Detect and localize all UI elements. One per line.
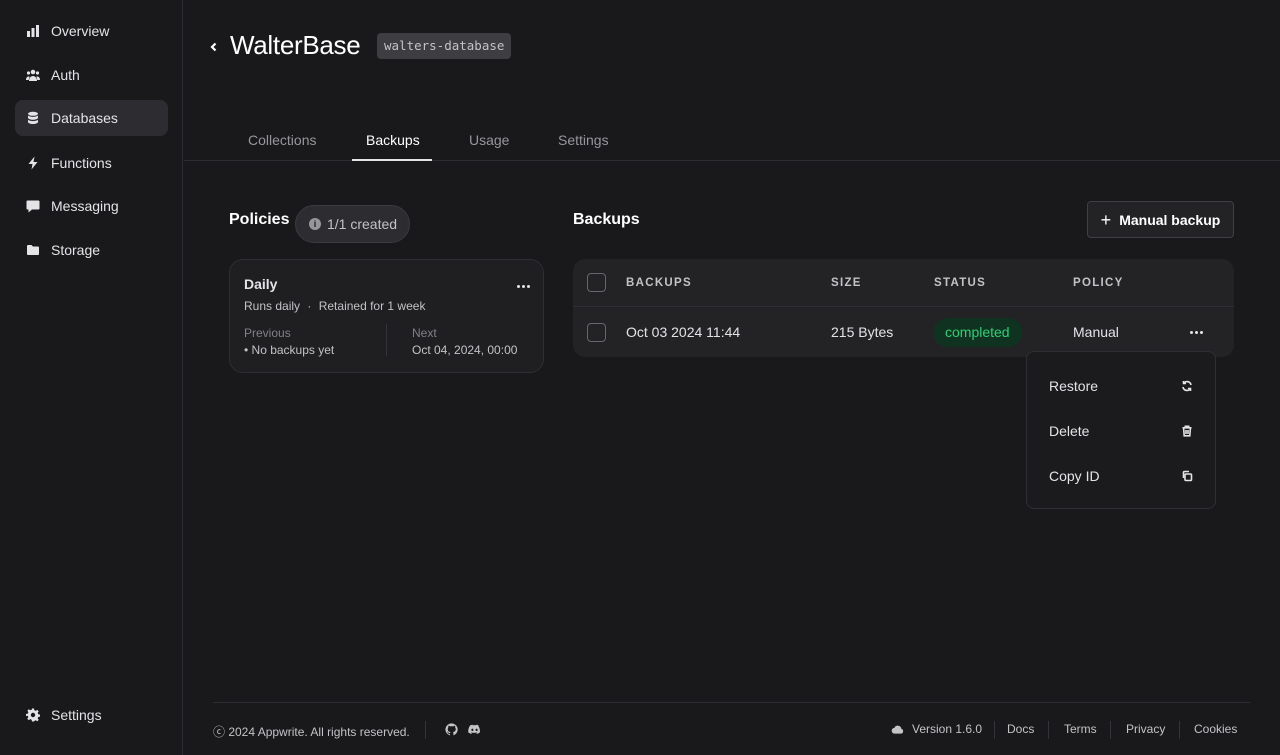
policies-count-label: 1/1 created (327, 216, 398, 232)
database-icon (26, 111, 40, 125)
sidebar-item-label: Functions (51, 155, 112, 171)
copyright-text: ⓒ 2024 Appwrite. All rights reserved. (213, 725, 410, 739)
previous-label: Previous (244, 326, 291, 340)
sidebar-item-label: Overview (51, 23, 110, 39)
column-header-backups[interactable]: BACKUPS (626, 277, 692, 289)
footer-link-privacy[interactable]: Privacy (1126, 722, 1165, 736)
tab-bar: Collections Backups Usage Settings (184, 120, 1280, 161)
backup-date: Oct 03 2024 11:44 (626, 324, 741, 340)
sidebar: Overview Auth Databases Functions Messag… (0, 0, 183, 755)
backup-policy: Manual (1073, 324, 1119, 340)
sidebar-item-label: Messaging (51, 198, 119, 214)
main-content: WalterBase walters-database Collections … (184, 0, 1280, 755)
cloud-icon (891, 723, 904, 736)
backup-size: 215 Bytes (831, 324, 894, 340)
plus-icon: + (1100, 209, 1112, 230)
tab-settings[interactable]: Settings (558, 132, 609, 148)
divider (994, 721, 995, 739)
previous-value: • No backups yet (244, 343, 335, 357)
lightning-icon (26, 156, 40, 170)
backups-table: BACKUPS SIZE STATUS POLICY Oct 03 2024 1… (573, 259, 1234, 357)
restore-icon (1182, 380, 1192, 392)
sidebar-item-functions[interactable]: Functions (15, 145, 168, 181)
footer-link-cookies[interactable]: Cookies (1194, 722, 1237, 736)
menu-item-restore[interactable]: Restore (1027, 371, 1215, 401)
divider (425, 721, 426, 739)
copy-icon (1182, 470, 1193, 482)
manual-backup-button[interactable]: + Manual backup (1087, 201, 1234, 238)
table-header: BACKUPS SIZE STATUS POLICY (573, 259, 1234, 307)
github-icon[interactable] (445, 723, 458, 736)
tab-collections[interactable]: Collections (248, 132, 316, 148)
status-badge: completed (933, 318, 1022, 347)
policy-frequency: Runs daily (244, 299, 301, 313)
sidebar-item-label: Auth (51, 67, 80, 83)
menu-item-copy-id[interactable]: Copy ID (1027, 461, 1215, 491)
policy-retention: Retained for 1 week (318, 299, 426, 313)
tab-backups[interactable]: Backups (366, 132, 420, 148)
database-id-badge[interactable]: walters-database (377, 33, 512, 59)
sidebar-item-overview[interactable]: Overview (15, 13, 168, 49)
menu-item-delete[interactable]: Delete (1027, 416, 1215, 446)
row-more-button[interactable] (1188, 328, 1204, 336)
menu-item-label: Restore (1049, 378, 1099, 394)
chevron-left-icon (210, 42, 217, 52)
page-title: WalterBase (230, 30, 361, 60)
footer: ⓒ 2024 Appwrite. All rights reserved. Ve… (213, 702, 1250, 755)
footer-link-terms[interactable]: Terms (1064, 722, 1097, 736)
policies-title: Policies (229, 211, 290, 228)
policy-more-button[interactable] (515, 282, 531, 290)
policies-count-badge: i 1/1 created (295, 205, 411, 243)
sidebar-item-label: Settings (51, 707, 102, 723)
gear-icon (26, 708, 40, 722)
chart-bar-icon (26, 24, 40, 38)
divider (386, 324, 387, 356)
chat-icon (26, 199, 40, 213)
divider (1179, 721, 1180, 739)
column-header-size[interactable]: SIZE (831, 277, 862, 289)
menu-item-label: Copy ID (1049, 468, 1100, 484)
backups-title: Backups (573, 211, 640, 228)
row-checkbox[interactable] (587, 323, 606, 342)
discord-icon[interactable] (468, 723, 481, 736)
column-header-status[interactable]: STATUS (934, 277, 986, 289)
folder-icon (26, 243, 40, 257)
back-button[interactable] (206, 38, 222, 56)
policy-name: Daily (244, 276, 278, 292)
divider (1048, 721, 1049, 739)
sidebar-item-auth[interactable]: Auth (15, 57, 168, 93)
column-header-policy[interactable]: POLICY (1073, 277, 1124, 289)
sidebar-item-label: Storage (51, 242, 101, 258)
version-text: Version 1.6.0 (912, 722, 983, 736)
next-label: Next (412, 326, 437, 340)
sidebar-item-messaging[interactable]: Messaging (15, 188, 168, 224)
users-icon (26, 68, 40, 82)
tab-usage[interactable]: Usage (469, 132, 509, 148)
row-action-menu: Restore Delete Copy ID (1026, 351, 1216, 509)
divider (1110, 721, 1111, 739)
manual-backup-label: Manual backup (1119, 211, 1221, 228)
menu-item-label: Delete (1049, 423, 1090, 439)
policy-description: Runs daily · Retained for 1 week (244, 299, 426, 313)
sidebar-item-label: Databases (51, 110, 118, 126)
policy-card: Daily Runs daily · Retained for 1 week P… (229, 259, 544, 373)
sidebar-item-settings[interactable]: Settings (15, 697, 168, 733)
sidebar-item-storage[interactable]: Storage (15, 232, 168, 268)
active-tab-indicator (352, 159, 432, 161)
info-icon: i (309, 218, 321, 230)
footer-link-docs[interactable]: Docs (1007, 722, 1034, 736)
select-all-checkbox[interactable] (587, 273, 606, 292)
trash-icon (1182, 425, 1192, 437)
sidebar-item-databases[interactable]: Databases (15, 100, 168, 136)
next-value: Oct 04, 2024, 00:00 (412, 343, 518, 357)
